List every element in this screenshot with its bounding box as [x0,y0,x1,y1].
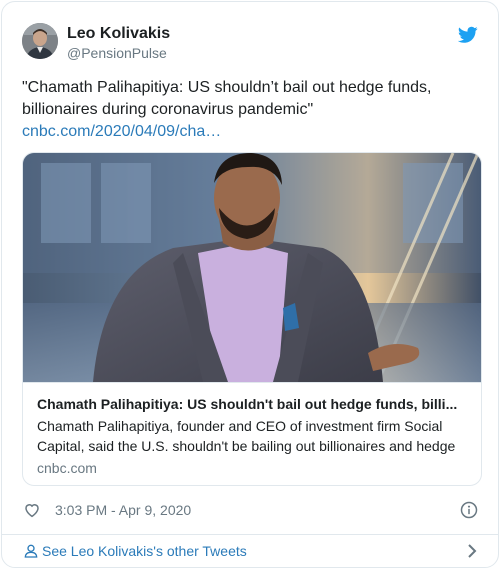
other-tweets-label[interactable]: See Leo Kolivakis's other Tweets [42,542,247,560]
author-name[interactable]: Leo Kolivakis [67,25,170,43]
person-icon [24,544,38,558]
tweet-text: "Chamath Palihapitiya: US shouldn’t bail… [22,77,482,143]
tweet-meta: 3:03 PM - Apr 9, 2020 [22,499,478,521]
link-card-body: Chamath Palihapitiya: US shouldn't bail … [23,382,481,485]
link-card-title[interactable]: Chamath Palihapitiya: US shouldn't bail … [37,395,469,413]
link-card-image [23,153,481,382]
author-info[interactable]: Leo Kolivakis @PensionPulse [67,25,170,62]
tweet-text-line: billionaires during coronavirus pandemic… [22,101,314,118]
other-tweets-link[interactable]: See Leo Kolivakis's other Tweets [2,535,498,567]
author-handle[interactable]: @PensionPulse [67,44,170,62]
avatar[interactable] [22,23,58,59]
tweet-url-link[interactable]: cnbc.com/2020/04/09/cha… [22,121,482,143]
link-card-domain: cnbc.com [37,460,97,476]
chevron-right-icon[interactable] [466,543,478,559]
embedded-tweet-card: Leo Kolivakis @PensionPulse "Chamath Pal… [1,1,499,568]
info-icon[interactable] [460,501,478,519]
heart-icon[interactable] [23,501,41,519]
twitter-bird-icon[interactable] [458,26,478,44]
tweet-text-line: "Chamath Palihapitiya: US shouldn’t bail… [22,79,432,96]
link-card-description-line: Chamath Palihapitiya, founder and CEO of… [37,418,443,434]
tweet-timestamp[interactable]: 3:03 PM - Apr 9, 2020 [55,501,191,519]
link-card-description: Chamath Palihapitiya, founder and CEO of… [37,416,469,456]
tweet-header: Leo Kolivakis @PensionPulse [22,23,478,67]
link-card-description-line: Capital, said the U.S. shouldn't be bail… [37,438,456,454]
link-preview-card[interactable]: Chamath Palihapitiya: US shouldn't bail … [22,152,482,486]
